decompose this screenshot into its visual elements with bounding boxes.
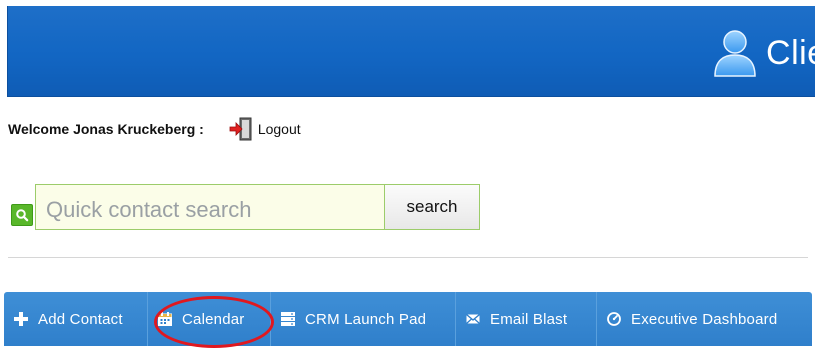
list-icon	[281, 312, 295, 326]
nav-executive-dashboard[interactable]: Executive Dashboard	[597, 292, 804, 346]
nav-label: Calendar	[182, 310, 245, 328]
search-q-icon	[11, 204, 33, 226]
nav-label: Add Contact	[38, 310, 123, 328]
divider	[8, 257, 808, 258]
search-button[interactable]: search	[384, 184, 480, 230]
user-icon	[714, 30, 756, 77]
app-title: Clien	[766, 33, 815, 72]
nav-crm-launch-pad[interactable]: CRM Launch Pad	[271, 292, 456, 346]
envelope-icon	[466, 313, 480, 324]
search-input[interactable]	[44, 195, 378, 225]
welcome-bar: Welcome Jonas Kruckeberg : Logout	[8, 116, 301, 142]
search-box	[35, 184, 386, 230]
header-bar: Clien	[7, 6, 815, 97]
nav-label: CRM Launch Pad	[305, 310, 427, 328]
dashboard-gauge-icon	[607, 312, 621, 326]
plus-icon	[14, 312, 28, 326]
logout-link[interactable]: Logout	[228, 116, 301, 142]
welcome-message: Welcome Jonas Kruckeberg :	[8, 121, 204, 137]
brand: Clien	[712, 28, 815, 78]
nav-calendar[interactable]: Calendar	[148, 292, 271, 346]
nav-label: Executive Dashboard	[631, 310, 778, 328]
nav-add-contact[interactable]: Add Contact	[4, 292, 148, 346]
nav-email-blast[interactable]: Email Blast	[456, 292, 597, 346]
logout-label: Logout	[257, 121, 301, 137]
logout-door-icon	[229, 117, 252, 141]
calendar-icon	[158, 312, 172, 326]
main-nav: Add Contact Calendar CRM Launch Pad Emai…	[4, 292, 812, 346]
nav-label: Email Blast	[490, 310, 568, 328]
